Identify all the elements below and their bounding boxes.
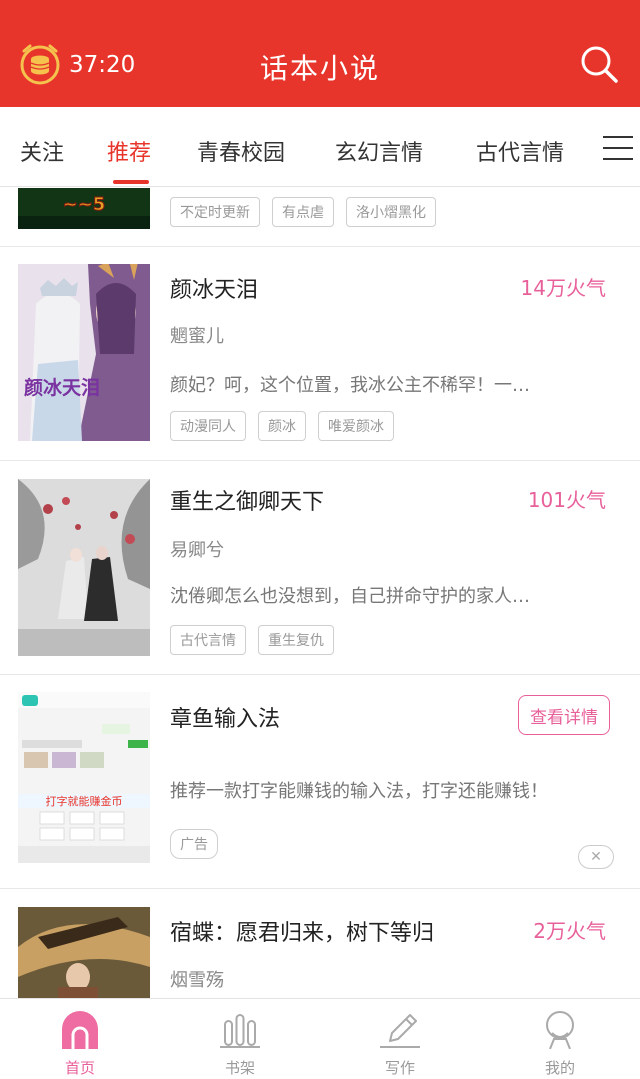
book-card[interactable]: 宿蝶：愿君归来，树下等归 2万火气 烟雪殇 (0, 889, 640, 998)
ad-card[interactable]: 打字就能赚金币 章鱼输入法 查看详情 推荐一款打字能赚钱的输入法，打字还能赚钱！… (0, 675, 640, 889)
tag[interactable]: 有点虐 (272, 197, 334, 227)
ad-banner-text: 打字就能赚金币 (46, 794, 123, 808)
ad-description: 推荐一款打字能赚钱的输入法，打字还能赚钱！ (170, 781, 548, 802)
menu-icon[interactable] (603, 134, 633, 162)
category-tabs: 关注 推荐 青春校园 玄幻言情 古代言情 (0, 107, 640, 187)
book-title: 重生之御卿天下 (170, 490, 325, 515)
tag[interactable]: 颜冰 (258, 411, 306, 441)
tag[interactable]: 唯爱颜冰 (318, 411, 394, 441)
book-card[interactable]: 颜冰天泪 颜冰天泪 14万火气 魍蜜儿 颜妃？呵，这个位置，我冰公主不稀罕！一…… (0, 247, 640, 461)
book-author: 烟雪殇 (170, 970, 224, 991)
tab-profile[interactable]: 我的 (480, 999, 640, 1079)
tag-list: 广告 (170, 829, 218, 859)
ad-title: 章鱼输入法 (170, 707, 281, 732)
tab-label: 书架 (224, 1059, 255, 1077)
tab-label: 我的 (544, 1059, 575, 1077)
tag-list: 不定时更新 有点虐 洛小熠黑化 (170, 197, 436, 227)
tab-recommend[interactable]: 推荐 (107, 135, 151, 167)
profile-icon (540, 1009, 580, 1050)
view-details-button[interactable]: 查看详情 (518, 695, 610, 735)
ad-image: 打字就能赚金币 (18, 692, 150, 863)
tab-youth-campus[interactable]: 青春校园 (197, 135, 285, 167)
tag-list: 古代言情 重生复仇 (170, 625, 334, 655)
book-title: 颜冰天泪 (170, 278, 259, 303)
book-title: 宿蝶：愿君归来，树下等归 (170, 921, 435, 946)
ad-label: 广告 (170, 829, 218, 859)
cover-title: 颜冰天泪 (24, 376, 100, 399)
search-icon[interactable] (578, 43, 620, 85)
svg-text:~~5: ~~5 (63, 194, 106, 215)
book-card[interactable]: 重生之御卿天下 101火气 易卿兮 沈倦卿怎么也没想到，自己拼命守护的家人… 古… (0, 461, 640, 675)
book-cover (18, 479, 150, 656)
book-cover (18, 907, 150, 998)
tab-follow[interactable]: 关注 (20, 135, 64, 167)
tab-label: 首页 (64, 1059, 95, 1077)
bottom-tab-bar: 首页 书架 写作 我的 (0, 998, 640, 1079)
tag[interactable]: 动漫同人 (170, 411, 246, 441)
app-header: 37:20 话本小说 (0, 0, 640, 107)
popularity-label: 101火气 (527, 488, 606, 512)
pen-icon (380, 1009, 420, 1049)
book-card-partial[interactable]: ~~5 不定时更新 有点虐 洛小熠黑化 (0, 188, 640, 247)
tag[interactable]: 不定时更新 (170, 197, 260, 227)
book-author: 易卿兮 (170, 540, 224, 561)
tab-write[interactable]: 写作 (320, 999, 480, 1079)
tab-ancient-romance[interactable]: 古代言情 (476, 135, 564, 167)
app-title: 话本小说 (259, 52, 380, 85)
book-list[interactable]: ~~5 不定时更新 有点虐 洛小熠黑化 颜冰天泪 颜冰天泪 14万火气 魍蜜儿 … (0, 188, 640, 998)
tag[interactable]: 古代言情 (170, 625, 246, 655)
tab-bookshelf[interactable]: 书架 (160, 999, 320, 1079)
tag[interactable]: 洛小熠黑化 (346, 197, 436, 227)
tab-fantasy-romance[interactable]: 玄幻言情 (335, 135, 423, 167)
popularity-label: 14万火气 (520, 276, 606, 300)
book-author: 魍蜜儿 (170, 326, 224, 347)
tag[interactable]: 重生复仇 (258, 625, 334, 655)
tag-list: 动漫同人 颜冰 唯爱颜冰 (170, 411, 394, 441)
active-tab-indicator (113, 180, 149, 184)
home-icon (60, 1009, 100, 1049)
book-description: 颜妃？呵，这个位置，我冰公主不稀罕！一… (170, 375, 530, 396)
close-icon[interactable]: ✕ (578, 845, 614, 869)
book-description: 沈倦卿怎么也没想到，自己拼命守护的家人… (170, 586, 530, 607)
tab-home[interactable]: 首页 (0, 999, 160, 1079)
tab-label: 写作 (384, 1059, 415, 1077)
popularity-label: 2万火气 (533, 919, 606, 943)
bookshelf-icon (220, 1009, 260, 1049)
book-cover: 颜冰天泪 (18, 264, 150, 441)
book-cover: ~~5 (18, 188, 150, 229)
